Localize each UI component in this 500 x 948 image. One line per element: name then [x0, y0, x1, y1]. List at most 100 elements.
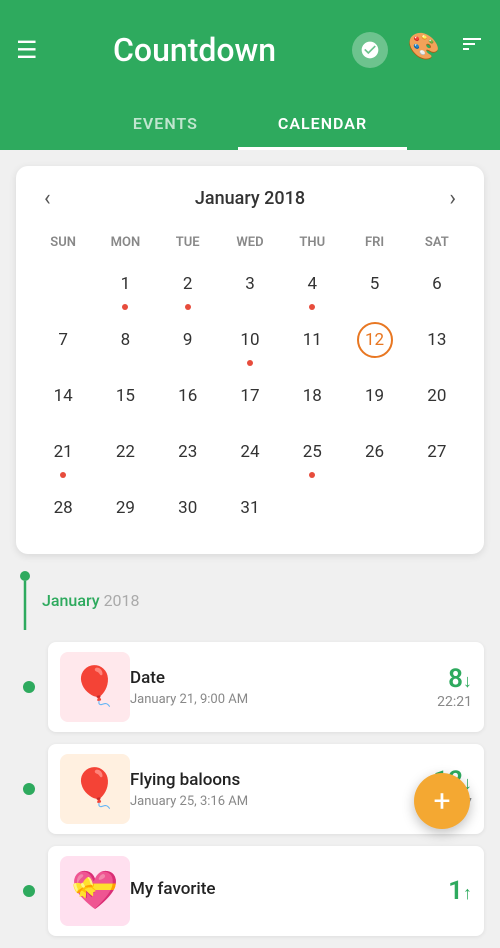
calendar-day-cell[interactable]: 30: [157, 486, 219, 538]
calendar-day-cell[interactable]: 27: [406, 430, 468, 482]
event-days-count: 1↑: [448, 876, 472, 906]
calendar-day-number: 10: [232, 322, 268, 358]
calendar-event-dot: [372, 472, 378, 478]
tab-events[interactable]: EVENTS: [93, 100, 238, 150]
calendar-day-number: 7: [45, 322, 81, 358]
weekday-mon: MON: [94, 231, 156, 254]
sort-icon[interactable]: [460, 32, 484, 68]
calendar-event-dot: [434, 472, 440, 478]
calendar-day-cell[interactable]: 21: [32, 430, 94, 482]
calendar-day-cell[interactable]: 31: [219, 486, 281, 538]
calendar-event-dot: [122, 360, 128, 366]
calendar-event-dot: [372, 304, 378, 310]
calendar-event-dot: [372, 360, 378, 366]
calendar-day-cell[interactable]: 25: [281, 430, 343, 482]
calendar-day-cell: [343, 486, 405, 538]
calendar-day-cell[interactable]: 22: [94, 430, 156, 482]
timeline-dot: [23, 885, 35, 897]
event-thumbnail: 🎈: [60, 754, 130, 824]
calendar-event-dot: [60, 528, 66, 534]
next-month-button[interactable]: ›: [437, 182, 468, 215]
calendar-event-dot: [60, 304, 66, 310]
calendar-event-dot: [122, 416, 128, 422]
calendar-day-number: 29: [107, 490, 143, 526]
calendar-day-number: 18: [294, 378, 330, 414]
calendar-day-cell[interactable]: 16: [157, 374, 219, 426]
calendar-event-dot: [185, 304, 191, 310]
calendar-day-number: 17: [232, 378, 268, 414]
calendar-day-cell[interactable]: 6: [406, 262, 468, 314]
calendar-day-number: 2: [170, 266, 206, 302]
tab-calendar[interactable]: CALENDAR: [238, 100, 407, 150]
month-label-text: January 2018: [42, 591, 140, 610]
calendar-day-cell[interactable]: 2: [157, 262, 219, 314]
menu-icon[interactable]: ☰: [16, 36, 38, 64]
calendar-event-dot: [122, 528, 128, 534]
calendar-event-dot: [122, 304, 128, 310]
calendar-day-cell[interactable]: 19: [343, 374, 405, 426]
calendar-event-dot: [185, 416, 191, 422]
event-time-remaining: 22:21: [437, 694, 472, 710]
calendar-day-number: 5: [357, 266, 393, 302]
calendar-day-cell[interactable]: 11: [281, 318, 343, 370]
calendar-event-dot: [60, 416, 66, 422]
calendar-event-dot: [185, 528, 191, 534]
calendar-day-cell: [32, 262, 94, 314]
calendar-day-cell[interactable]: 3: [219, 262, 281, 314]
calendar-day-cell[interactable]: 26: [343, 430, 405, 482]
calendar-month-title: January 2018: [195, 188, 305, 209]
palette-icon[interactable]: 🎨: [408, 32, 440, 68]
calendar-day-cell[interactable]: 8: [94, 318, 156, 370]
calendar-day-cell[interactable]: 4: [281, 262, 343, 314]
calendar-day-cell[interactable]: 13: [406, 318, 468, 370]
add-event-fab[interactable]: +: [414, 773, 470, 829]
calendar-day-number: [419, 490, 455, 526]
calendar-event-dot: [309, 472, 315, 478]
calendar-event-dot: [122, 472, 128, 478]
calendar-day-cell[interactable]: 9: [157, 318, 219, 370]
calendar-event-dot: [372, 416, 378, 422]
calendar-event-dot: [247, 528, 253, 534]
event-list-item[interactable]: 💝My favorite1↑: [48, 846, 484, 936]
calendar-day-cell[interactable]: 1: [94, 262, 156, 314]
calendar-day-cell[interactable]: 20: [406, 374, 468, 426]
calendar-event-dot: [247, 472, 253, 478]
timeline-dot: [23, 783, 35, 795]
calendar-day-cell[interactable]: 17: [219, 374, 281, 426]
weekday-tue: TUE: [157, 231, 219, 254]
calendar-day-number: 1: [107, 266, 143, 302]
calendar-days: 1234567891011121314151617181920212223242…: [32, 262, 468, 538]
event-countdown: 8↓22:21: [437, 664, 472, 710]
calendar-day-cell[interactable]: 5: [343, 262, 405, 314]
event-name: My favorite: [130, 879, 448, 899]
prev-month-button[interactable]: ‹: [32, 182, 63, 215]
calendar-day-cell[interactable]: 29: [94, 486, 156, 538]
timeline-container: 🎈DateJanuary 21, 9:00 AM8↓22:21 🎈Flying b…: [16, 642, 484, 936]
calendar-day-number: 20: [419, 378, 455, 414]
calendar-event-dot: [60, 472, 66, 478]
calendar-day-cell[interactable]: 10: [219, 318, 281, 370]
calendar-day-cell[interactable]: 24: [219, 430, 281, 482]
calendar-day-number: 15: [107, 378, 143, 414]
calendar-event-dot: [434, 528, 440, 534]
event-countdown: 1↑: [448, 876, 472, 906]
weekday-wed: WED: [219, 231, 281, 254]
calendar-day-cell[interactable]: 15: [94, 374, 156, 426]
event-list-item[interactable]: 🎈DateJanuary 21, 9:00 AM8↓22:21: [48, 642, 484, 732]
calendar-day-cell[interactable]: 7: [32, 318, 94, 370]
weekday-sun: SUN: [32, 231, 94, 254]
event-info: Flying baloonsJanuary 25, 3:16 AM: [130, 770, 433, 809]
events-section: January 2018 🎈DateJanuary 21, 9:00 AM8↓2…: [0, 570, 500, 936]
check-icon[interactable]: [352, 32, 388, 68]
calendar-day-cell[interactable]: 23: [157, 430, 219, 482]
calendar-day-cell[interactable]: 28: [32, 486, 94, 538]
calendar-day-number: 8: [107, 322, 143, 358]
calendar-day-cell[interactable]: 18: [281, 374, 343, 426]
calendar-event-dot: [309, 304, 315, 310]
calendar-day-number: 14: [45, 378, 81, 414]
calendar-event-dot: [372, 528, 378, 534]
calendar-day-cell[interactable]: 12: [343, 318, 405, 370]
calendar-day-cell[interactable]: 14: [32, 374, 94, 426]
calendar-day-number: 25: [294, 434, 330, 470]
header-actions: 🎨: [352, 32, 484, 68]
